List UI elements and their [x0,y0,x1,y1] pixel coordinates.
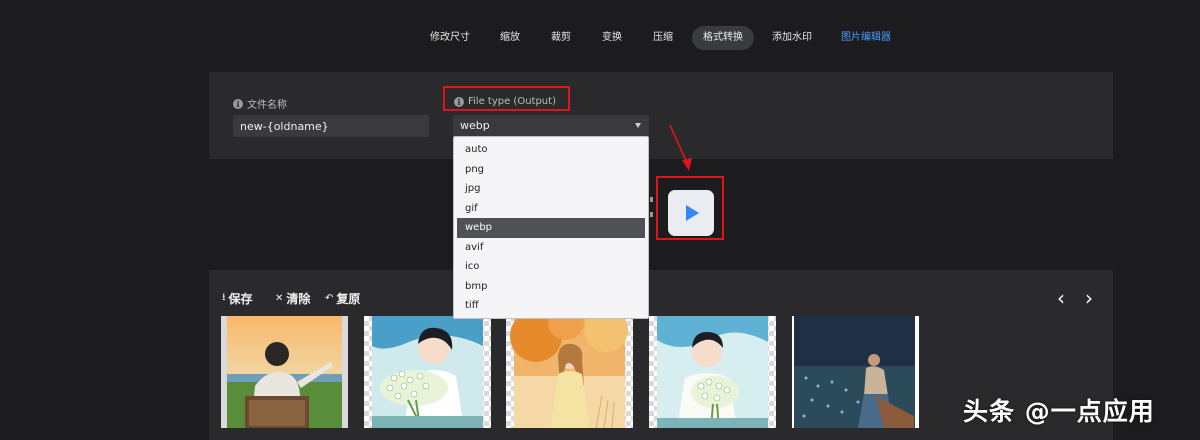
filename-input[interactable] [233,115,429,137]
dropdown-option-tiff[interactable]: tiff [457,296,645,316]
start-convert-button[interactable] [668,190,714,236]
image-thumbnail[interactable] [221,316,348,428]
save-button[interactable]: ⭳ 保存 [222,290,253,307]
image-thumbnail[interactable] [506,316,633,428]
chevron-left-icon[interactable]: ‹ [1057,286,1065,310]
tab-format-convert[interactable]: 格式转换 [692,26,754,50]
save-label: 保存 [228,292,253,306]
chevron-right-icon[interactable]: › [1085,286,1093,310]
restore-label: 复原 [336,292,361,306]
caret-down-icon [635,123,641,128]
tab-watermark[interactable]: 添加水印 [764,26,820,50]
download-icon: ⭳ [222,292,226,303]
highlight-filetype-label [443,86,570,111]
tab-resize[interactable]: 修改尺寸 [420,26,480,50]
filetype-select[interactable]: webp [453,115,649,137]
dropdown-option-auto[interactable]: auto [457,140,645,160]
info-icon: i [233,98,243,109]
dropdown-option-webp[interactable]: webp [457,218,645,238]
restore-button[interactable]: ↶ 复原 [325,290,360,307]
tab-image-editor[interactable]: 图片编辑器 [832,26,900,50]
tab-crop[interactable]: 裁剪 [541,26,581,50]
dropdown-option-gif[interactable]: gif [457,199,645,219]
play-icon [686,205,699,221]
filename-label: i 文件名称 [233,96,287,111]
clear-label: 清除 [286,292,311,306]
dropdown-option-ico[interactable]: ico [457,257,645,277]
image-thumbnail[interactable] [649,316,776,428]
tab-compress[interactable]: 压缩 [643,26,683,50]
top-nav: 修改尺寸 缩放 裁剪 变换 压缩 格式转换 添加水印 图片编辑器 [0,26,1200,50]
thumbnail-art [510,316,628,428]
clear-button[interactable]: ✕ 清除 [275,290,310,307]
filetype-dropdown[interactable]: auto png jpg gif webp avif ico bmp tiff [453,136,649,319]
tab-scale[interactable]: 缩放 [490,26,530,50]
thumbnail-art [794,316,915,428]
settings-panel: i 文件名称 i File type (Output) webp [209,72,1113,159]
watermark-text: 头条 @一点应用 [963,397,1155,426]
divider-dot [650,212,653,217]
undo-icon: ↶ [325,293,334,304]
image-thumbnail[interactable] [364,316,491,428]
dropdown-option-png[interactable]: png [457,160,645,180]
close-icon: ✕ [275,293,284,304]
thumbnail-art [372,316,483,428]
thumbnail-art [221,316,348,428]
dropdown-option-bmp[interactable]: bmp [457,277,645,297]
image-thumbnail[interactable] [792,316,919,428]
dropdown-option-avif[interactable]: avif [457,238,645,258]
divider-dot [650,197,653,202]
tab-transform[interactable]: 变换 [592,26,632,50]
dropdown-option-jpg[interactable]: jpg [457,179,645,199]
filetype-select-value: webp [460,119,490,132]
filename-label-text: 文件名称 [247,100,287,111]
thumbnail-art [657,316,768,428]
